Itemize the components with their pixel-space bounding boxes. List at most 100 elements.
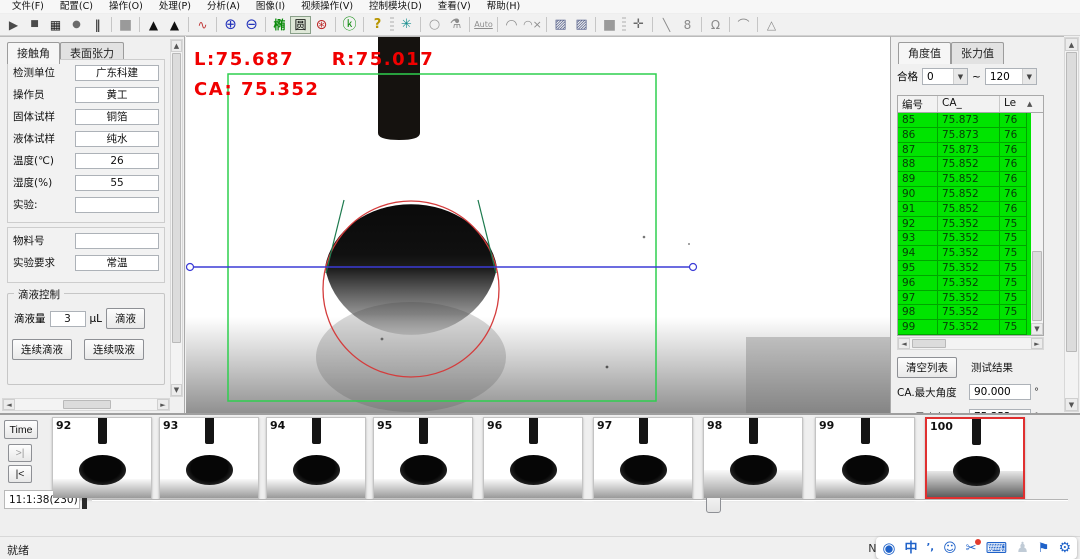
detect-unit-input[interactable] xyxy=(75,65,159,81)
table-row[interactable]: 9175.85276 xyxy=(898,202,1043,217)
frame-thumbnail[interactable]: 94 xyxy=(266,417,366,499)
scroll-down-icon[interactable]: ▼ xyxy=(1031,323,1043,335)
camera-icon[interactable]: ▦ xyxy=(45,16,66,34)
material-no-input[interactable] xyxy=(75,233,159,249)
menu-file[interactable]: 文件(F) xyxy=(4,0,52,14)
width-method-icon[interactable]: ⊛ xyxy=(311,16,332,34)
operator-input[interactable] xyxy=(75,87,159,103)
tab-angle-values[interactable]: 角度值 xyxy=(898,42,951,64)
gray-frame-icon[interactable]: ■ xyxy=(599,16,620,34)
frame-thumbnail[interactable]: 99 xyxy=(815,417,915,499)
record-icon[interactable]: ● xyxy=(66,16,87,34)
time-button[interactable]: Time xyxy=(4,420,38,439)
scrollbar-thumb[interactable] xyxy=(1066,52,1077,352)
experiment-req-input[interactable] xyxy=(75,255,159,271)
table-row[interactable]: 8675.87376 xyxy=(898,128,1043,143)
go-first-button[interactable]: |< xyxy=(8,465,32,483)
scroll-right-icon[interactable]: ► xyxy=(1031,338,1043,349)
auto-tool-icon[interactable]: Auto xyxy=(473,16,494,34)
continuous-dispense-button[interactable]: 连续滴液 xyxy=(12,339,72,360)
table-row[interactable]: 8775.87376 xyxy=(898,143,1043,158)
frame-thumbnail[interactable]: 96 xyxy=(483,417,583,499)
baseline-right-handle[interactable] xyxy=(690,264,697,271)
skin-icon[interactable]: ⚑ xyxy=(1038,542,1050,555)
table-row[interactable]: 9975.35275 xyxy=(898,320,1043,335)
keyboard-icon[interactable]: ⌨ xyxy=(986,541,1008,556)
scroll-up-icon[interactable]: ▲ xyxy=(171,40,182,52)
left-panel-hscrollbar[interactable]: ◄ ► xyxy=(2,398,170,411)
solid-sample-input[interactable] xyxy=(75,109,159,125)
frame-thumbnail[interactable]: 92 xyxy=(52,417,152,499)
settings-gear-icon[interactable]: ⚙ xyxy=(1058,541,1071,555)
menu-image[interactable]: 图像(I) xyxy=(248,0,293,14)
angle-table[interactable]: 编号 CA_ Le ▲ 8575.87376 8675.87376 8775.8… xyxy=(897,95,1044,336)
ring-tool-icon[interactable]: ○ xyxy=(424,16,445,34)
line-tool-icon[interactable]: ╲ xyxy=(656,16,677,34)
humidity-input[interactable] xyxy=(75,175,159,191)
table-row[interactable]: 9675.35275 xyxy=(898,276,1043,291)
table-row[interactable]: 9575.35275 xyxy=(898,261,1043,276)
table-row[interactable]: 8975.85276 xyxy=(898,172,1043,187)
liquid-sample-input[interactable] xyxy=(75,131,159,147)
table-row[interactable]: 8575.87376 xyxy=(898,113,1043,128)
drop-profile-right-icon[interactable]: ▲ xyxy=(164,16,185,34)
experiment-input[interactable] xyxy=(75,197,159,213)
column-header[interactable]: 编号 xyxy=(898,96,938,112)
chevron-down-icon[interactable]: ▼ xyxy=(953,69,967,84)
tab-contact-angle[interactable]: 接触角 xyxy=(7,42,60,64)
column-header[interactable]: Le xyxy=(1000,96,1027,112)
max-angle-input[interactable] xyxy=(969,384,1031,400)
frame-thumbnail[interactable]: 95 xyxy=(373,417,473,499)
drop-image-canvas[interactable]: L:75.687 R:75.017 CA: 75.352 xyxy=(186,36,890,413)
dome-tool-icon[interactable]: ◠ xyxy=(501,16,522,34)
stop-icon[interactable]: ■ xyxy=(24,16,45,34)
menu-view[interactable]: 查看(V) xyxy=(430,0,479,14)
menu-process[interactable]: 处理(P) xyxy=(151,0,199,14)
arc-tool-icon[interactable]: ⌒ xyxy=(733,16,754,34)
dome-clear-icon[interactable]: ◠× xyxy=(522,16,543,34)
baseline-circle-icon[interactable]: ⊖ xyxy=(241,16,262,34)
chevron-down-icon[interactable]: ▼ xyxy=(1022,69,1036,84)
flask-tool-icon[interactable]: ⚗ xyxy=(445,16,466,34)
table-vscrollbar[interactable]: ▼ xyxy=(1031,113,1043,335)
baseline-left-handle[interactable] xyxy=(187,264,194,271)
table-row[interactable]: 9275.35275 xyxy=(898,217,1043,232)
curve-fit-icon[interactable]: ∿ xyxy=(192,16,213,34)
menu-analyze[interactable]: 分析(A) xyxy=(199,0,248,14)
menu-video[interactable]: 视频操作(V) xyxy=(293,0,361,14)
scrollbar-thumb[interactable] xyxy=(172,53,181,343)
tilt-chart-icon[interactable]: ▨ xyxy=(550,16,571,34)
scroll-left-icon[interactable]: ◄ xyxy=(3,399,15,410)
table-row[interactable]: 9775.35275 xyxy=(898,291,1043,306)
range-max-combo[interactable]: 120 ▼ xyxy=(985,68,1037,85)
frame-thumbnail[interactable]: 93 xyxy=(159,417,259,499)
scrollbar-thumb[interactable] xyxy=(63,400,111,409)
hand-tool-icon[interactable]: ✛ xyxy=(628,16,649,34)
ellipse-method-icon[interactable]: 椭 xyxy=(269,16,290,34)
user-silhouette-icon[interactable]: ♟ xyxy=(1016,541,1029,555)
table-row[interactable]: 9375.35275 xyxy=(898,231,1043,246)
table-row[interactable]: 9475.35275 xyxy=(898,246,1043,261)
sort-asc-icon[interactable]: ▲ xyxy=(1027,96,1032,112)
triangle-tool-icon[interactable]: △ xyxy=(761,16,782,34)
drop-volume-input[interactable] xyxy=(50,311,86,327)
left-panel-vscrollbar[interactable]: ▲ ▼ xyxy=(170,39,183,397)
circle-method-icon[interactable]: 圆 xyxy=(290,16,311,34)
menu-config[interactable]: 配置(C) xyxy=(52,0,101,14)
table-hscrollbar[interactable]: ◄ ► xyxy=(897,337,1044,350)
temperature-input[interactable] xyxy=(75,153,159,169)
menu-help[interactable]: 帮助(H) xyxy=(479,0,529,14)
dispense-button[interactable]: 滴液 xyxy=(106,308,145,329)
tab-tension-values[interactable]: 张力值 xyxy=(951,42,1004,64)
clear-list-button[interactable]: 清空列表 xyxy=(897,357,957,378)
drop-profile-left-icon[interactable]: ▲ xyxy=(143,16,164,34)
right-panel-vscrollbar[interactable]: ▲ ▼ xyxy=(1064,37,1079,412)
frame-thumbnail-selected[interactable]: 100 xyxy=(925,417,1025,499)
frame-thumbnail[interactable]: 97 xyxy=(593,417,693,499)
scroll-left-icon[interactable]: ◄ xyxy=(898,338,910,349)
play-icon[interactable]: ▶ xyxy=(3,16,24,34)
range-min-combo[interactable]: 0 ▼ xyxy=(922,68,968,85)
ime-toolbar[interactable]: ◉ 中 ’, ☺ ✂ ⌨ ♟ ⚑ ⚙ xyxy=(876,537,1077,559)
go-last-button[interactable]: >| xyxy=(8,444,32,462)
table-row[interactable]: 9075.85276 xyxy=(898,187,1043,202)
